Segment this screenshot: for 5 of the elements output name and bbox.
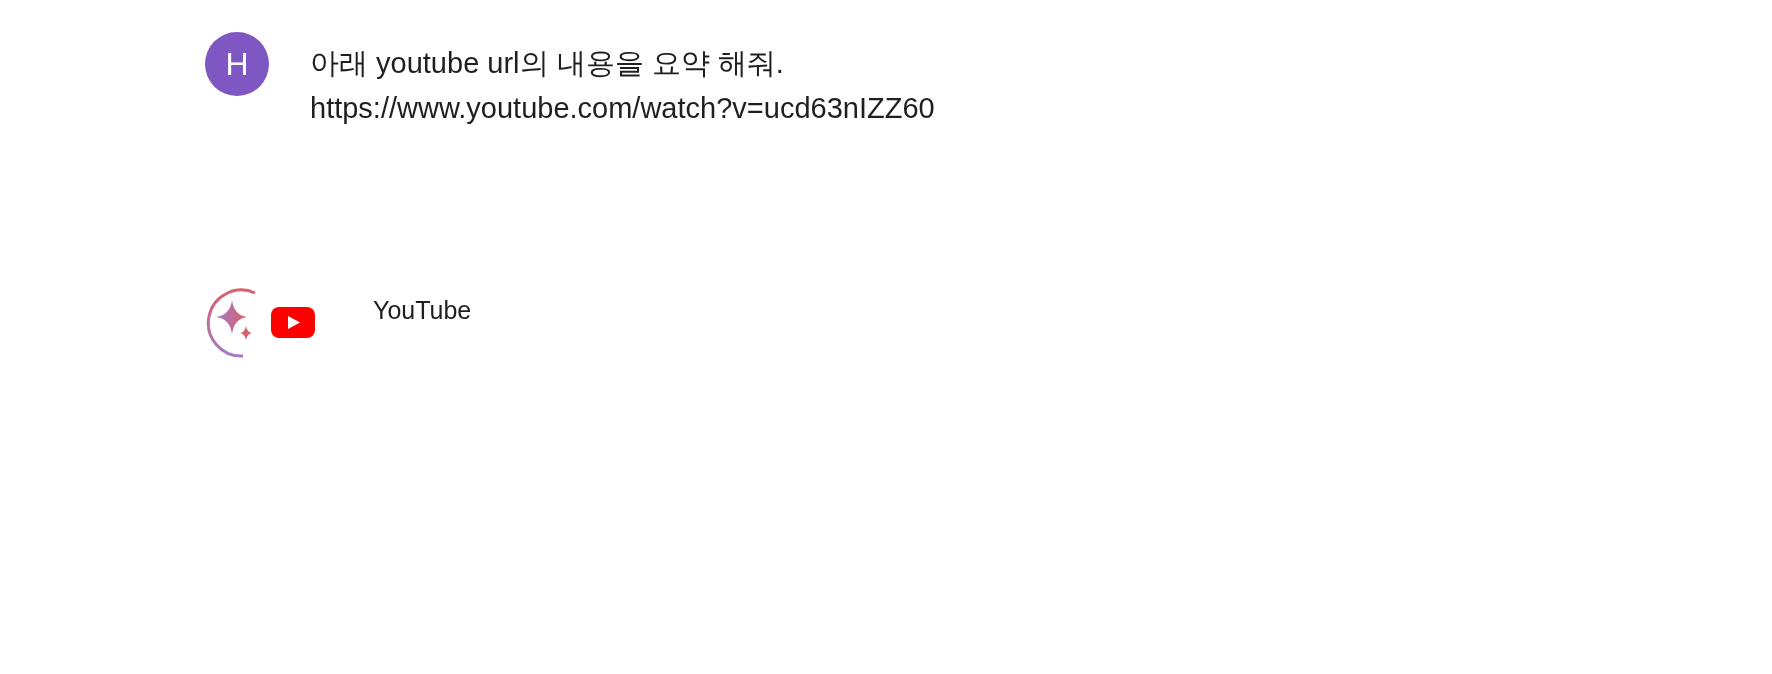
- play-icon: [271, 307, 315, 338]
- extension-name: YouTube: [373, 296, 472, 325]
- user-avatar: H: [205, 32, 269, 96]
- message-text: https://www.youtube.com/watch?v=ucd63nIZZ60: [310, 91, 935, 126]
- message-text: 아래 youtube url의 내용을 요약 해줘.: [310, 46, 785, 81]
